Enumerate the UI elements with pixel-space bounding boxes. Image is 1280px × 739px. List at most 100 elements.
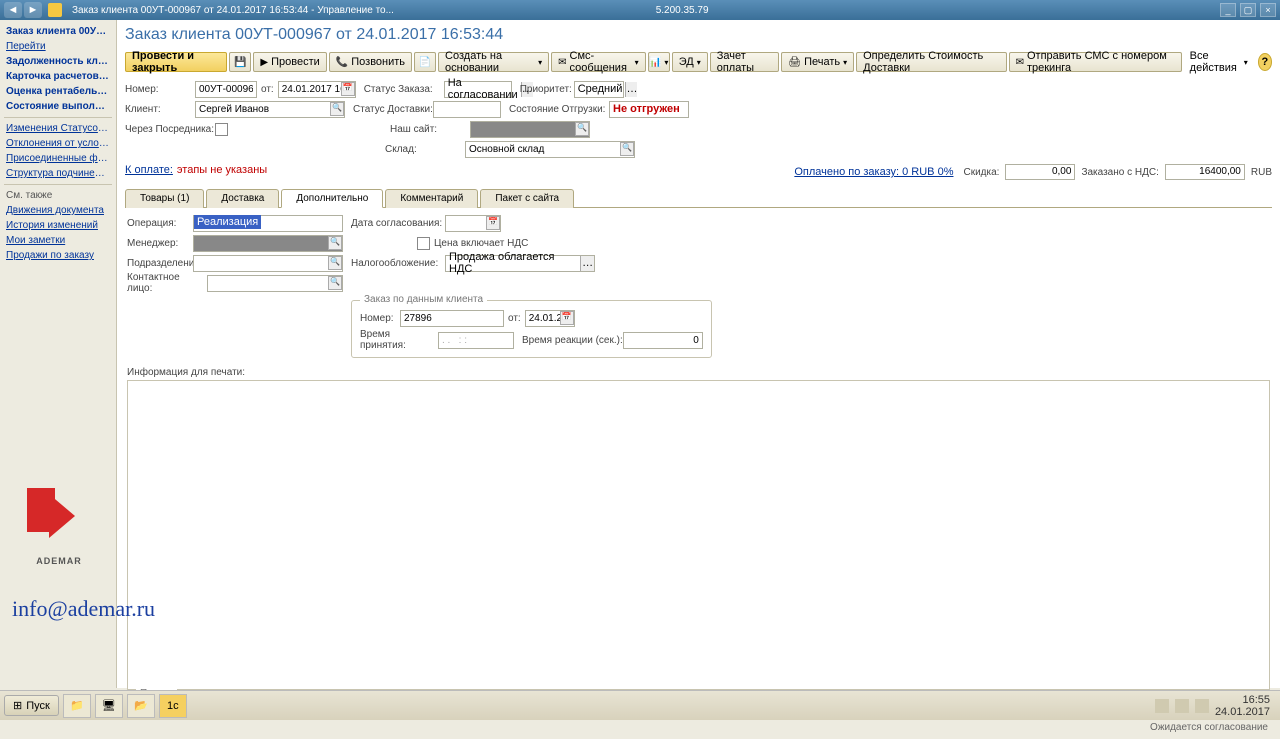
label-division: Подразделение: xyxy=(127,258,193,269)
sidebar-item[interactable]: Задолженность клие... xyxy=(0,54,116,69)
react-input[interactable] xyxy=(623,332,703,349)
label-manager: Менеджер: xyxy=(127,238,193,249)
ed-button[interactable]: ЭД ▾ xyxy=(672,52,708,72)
print-button[interactable]: 🖨 Печать ▾ xyxy=(781,52,854,72)
number-input[interactable] xyxy=(195,81,257,98)
sidebar-heading: См. также xyxy=(0,188,116,203)
start-button[interactable]: ⊞ Пуск xyxy=(4,695,59,716)
tray-icon[interactable] xyxy=(1195,699,1209,713)
sidebar-item[interactable]: Оценка рентабельнос... xyxy=(0,84,116,99)
stages-warning: этапы не указаны xyxy=(177,164,267,180)
order-status-select[interactable]: На согласовании… xyxy=(444,81,512,98)
label-priority: Приоритет: xyxy=(520,84,574,95)
create-based-button[interactable]: Создать на основании ▾ xyxy=(438,52,549,72)
sidebar-item[interactable]: Изменения Статусов Дос... xyxy=(0,121,116,136)
taskbar-app-2[interactable]: 🖥 xyxy=(95,694,123,718)
sidebar-item[interactable]: Движения документа xyxy=(0,203,116,218)
report-button[interactable]: 📊▾ xyxy=(648,52,670,72)
calendar-icon[interactable]: 📅 xyxy=(560,311,574,325)
taskbar-app-3[interactable]: 📂 xyxy=(127,694,155,718)
operation-select[interactable]: Реализация xyxy=(193,215,343,232)
lookup-icon[interactable]: 🔍 xyxy=(328,256,342,270)
label-del-status: Статус Доставки: xyxy=(353,104,433,115)
calendar-icon[interactable]: 📅 xyxy=(486,216,500,230)
sidebar-item[interactable]: Перейти xyxy=(0,39,116,54)
warehouse-input[interactable] xyxy=(465,141,635,158)
lookup-icon[interactable]: 🔍 xyxy=(328,236,342,250)
print-textarea[interactable] xyxy=(127,380,1270,690)
calendar-icon[interactable]: 📅 xyxy=(341,82,355,96)
tab-strip: Товары (1) Доставка Дополнительно Коммен… xyxy=(125,188,1272,208)
client-input[interactable] xyxy=(195,101,345,118)
currency-label: RUB xyxy=(1251,167,1272,178)
sidebar-item[interactable]: Карточка расчетов с ... xyxy=(0,69,116,84)
client-number-input[interactable] xyxy=(400,310,504,327)
label-cnum: Номер: xyxy=(360,313,400,324)
tray-icon[interactable] xyxy=(1155,699,1169,713)
brand-name: ADEMAR xyxy=(4,556,114,566)
label-contact: Контактное лицо: xyxy=(127,272,207,294)
label-order-status: Статус Заказа: xyxy=(364,84,444,95)
system-tray: 16:55 24.01.2017 xyxy=(1149,694,1276,718)
tab-comment[interactable]: Комментарий xyxy=(385,189,478,208)
windows-icon: ⊞ xyxy=(13,699,22,712)
label-cfrom: от: xyxy=(508,313,521,324)
sidebar-item[interactable]: Отклонения от условий пр... xyxy=(0,136,116,151)
manager-input[interactable] xyxy=(193,235,343,252)
save-button[interactable]: 💾 xyxy=(229,52,251,72)
nav-fwd[interactable]: ► xyxy=(24,2,42,18)
sidebar-item[interactable]: Присоединенные файлы xyxy=(0,151,116,166)
window-minimize[interactable]: _ xyxy=(1220,3,1236,17)
tab-site-pack[interactable]: Пакет с сайта xyxy=(480,189,574,208)
delivery-cost-button[interactable]: Определить Стоимость Доставки xyxy=(856,52,1006,72)
post-and-close-button[interactable]: Провести и закрыть xyxy=(125,52,227,72)
contact-input[interactable] xyxy=(207,275,343,292)
window-restore[interactable]: ▢ xyxy=(1240,3,1256,17)
favorite-icon[interactable] xyxy=(48,3,62,17)
sidebar-item[interactable]: Состояние выполнения xyxy=(0,99,116,114)
lookup-icon[interactable]: 🔍 xyxy=(575,122,589,136)
document-form: Заказ клиента 00УТ-000967 от 24.01.2017 … xyxy=(117,20,1280,688)
taskbar-app-1c[interactable]: 1c xyxy=(159,694,187,718)
lookup-icon[interactable]: 🔍 xyxy=(328,276,342,290)
sms-button[interactable]: ✉ Смс-сообщения ▾ xyxy=(551,52,646,72)
window-title: Заказ клиента 00УТ-000967 от 24.01.2017 … xyxy=(72,5,394,16)
sidebar-item[interactable]: Мои заметки xyxy=(0,233,116,248)
help-button[interactable]: ? xyxy=(1258,53,1272,71)
send-tracking-button[interactable]: ✉ Отправить СМС с номером трекинга xyxy=(1009,52,1182,72)
price-vat-checkbox[interactable] xyxy=(417,237,430,250)
site-input[interactable] xyxy=(470,121,590,138)
lookup-icon[interactable]: 🔍 xyxy=(330,102,344,116)
sidebar-item[interactable]: История изменений xyxy=(0,218,116,233)
window-close[interactable]: × xyxy=(1260,3,1276,17)
footer-status: Ожидается согласование xyxy=(127,718,1270,733)
tab-delivery[interactable]: Доставка xyxy=(206,189,279,208)
lookup-icon[interactable]: 🔍 xyxy=(620,142,634,156)
label-price-vat: Цена включает НДС xyxy=(434,238,528,249)
sidebar-item[interactable]: Структура подчиненности xyxy=(0,166,116,181)
tab-goods[interactable]: Товары (1) xyxy=(125,189,204,208)
tray-icon[interactable] xyxy=(1175,699,1189,713)
offset-button[interactable]: Зачет оплаты xyxy=(710,52,780,72)
discount-value: 0,00 xyxy=(1005,164,1075,180)
accept-time-input[interactable] xyxy=(438,332,514,349)
via-checkbox[interactable] xyxy=(215,123,228,136)
call-button[interactable]: 📞 Позвонить xyxy=(329,52,412,72)
priority-select[interactable]: Средний… xyxy=(574,81,624,98)
paid-link[interactable]: Оплачено по заказу: 0 RUB 0% xyxy=(794,166,953,178)
del-status-input[interactable] xyxy=(433,101,501,118)
division-input[interactable] xyxy=(193,255,343,272)
nav-back[interactable]: ◄ xyxy=(4,2,22,18)
doc-icon-button[interactable]: 📄 xyxy=(414,52,436,72)
sidebar-item[interactable]: Продажи по заказу xyxy=(0,248,116,263)
label-operation: Операция: xyxy=(127,218,193,229)
post-button[interactable]: ▶ Провести xyxy=(253,52,326,72)
sidebar-active[interactable]: Заказ клиента 00УТ-... xyxy=(0,24,116,39)
tax-select[interactable]: Продажа облагается НДС… xyxy=(445,255,595,272)
all-actions-button[interactable]: Все действия ▾ xyxy=(1184,52,1254,72)
label-react: Время реакции (сек.): xyxy=(522,335,623,346)
taskbar-app-1[interactable]: 📁 xyxy=(63,694,91,718)
tab-extra[interactable]: Дополнительно xyxy=(281,189,383,208)
to-pay-link[interactable]: К оплате: xyxy=(125,164,173,180)
fieldset-legend: Заказ по данным клиента xyxy=(360,294,487,305)
